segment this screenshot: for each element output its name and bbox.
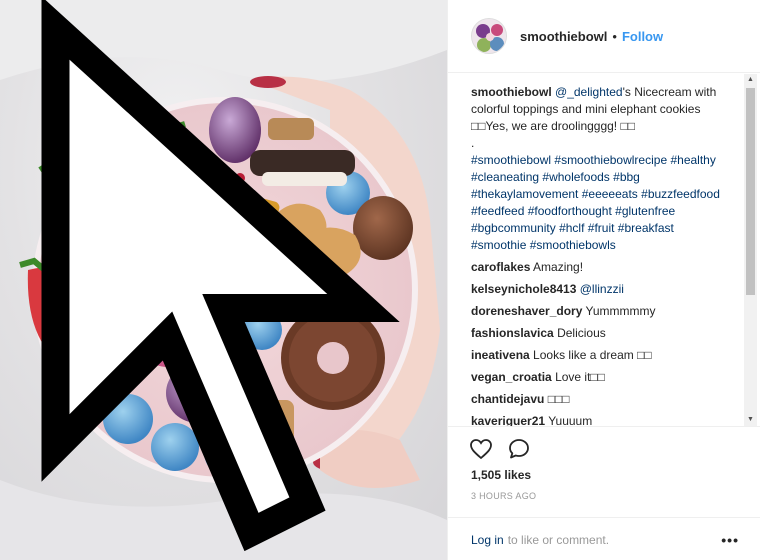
login-link[interactable]: Log in (471, 533, 504, 547)
login-text: to like or comment. (507, 532, 610, 547)
hashtag[interactable]: #eeeeeats (582, 187, 638, 201)
comment-username[interactable]: kelseynichole8413 (471, 282, 576, 296)
comment-text: □□□ (547, 392, 570, 406)
hashtag[interactable]: #healthy (670, 153, 715, 167)
comment-item: vegan_croatia Love it□□ (471, 369, 731, 386)
post-timestamp: 3 HOURS AGO (471, 491, 537, 501)
post-photo[interactable] (0, 0, 447, 560)
hashtag[interactable]: #wholefoods (542, 170, 609, 184)
scroll-down-arrow-icon[interactable]: ▼ (744, 414, 757, 426)
hashtag[interactable]: #feedfeed (471, 204, 524, 218)
scrollbar-thumb[interactable] (746, 88, 755, 295)
hashtag[interactable]: #thekaylamovement (471, 187, 578, 201)
mouse-cursor-icon (41, 0, 400, 552)
post-actions: 1,505 likes 3 HOURS AGO Log in to like o… (448, 426, 760, 560)
comment-text: Love it□□ (555, 370, 605, 384)
comment-item: kelseynichole8413 @llinzzii (471, 281, 731, 298)
action-buttons (469, 437, 531, 461)
hashtag[interactable]: #buzzfeedfood (641, 187, 720, 201)
comment-text: Yummmmmy (585, 304, 656, 318)
hashtag[interactable]: #bbg (613, 170, 640, 184)
hashtag[interactable]: #foodforthought (528, 204, 612, 218)
comment-text: Amazing! (533, 260, 584, 274)
avatar[interactable] (471, 18, 507, 54)
likes-count[interactable]: 1,505 likes (471, 468, 531, 482)
login-prompt: Log in to like or comment. ••• (448, 517, 760, 560)
post-author-username[interactable]: smoothiebowl (520, 29, 607, 44)
comment-item: ineativena Looks like a dream □□ (471, 347, 731, 364)
more-options-icon[interactable]: ••• (721, 532, 739, 548)
hashtag[interactable]: #bgbcommunity (471, 221, 556, 235)
caption-username[interactable]: smoothiebowl (471, 85, 552, 99)
comment-username[interactable]: doreneshaver_dory (471, 304, 582, 318)
header-separator: • (612, 28, 617, 44)
comment-text: Yuuuum (548, 414, 593, 426)
hashtag[interactable]: #smoothiebowlrecipe (554, 153, 667, 167)
follow-button[interactable]: Follow (622, 29, 663, 44)
hashtag[interactable]: #smoothiebowls (530, 238, 616, 252)
hashtag[interactable]: #glutenfree (615, 204, 675, 218)
comment-item: fashionslavica Delicious (471, 325, 731, 342)
heart-icon[interactable] (469, 437, 493, 461)
comment-username[interactable]: ineativena (471, 348, 530, 362)
scroll-up-arrow-icon[interactable]: ▲ (744, 74, 757, 86)
comment-text[interactable]: @llinzzii (580, 282, 624, 296)
post-header: smoothiebowl • Follow (448, 0, 760, 73)
comment-username[interactable]: fashionslavica (471, 326, 554, 340)
hashtag[interactable]: #breakfast (618, 221, 674, 235)
hashtag[interactable]: #hclf (559, 221, 584, 235)
caption-dot: . (471, 136, 475, 150)
comments-scrollbar[interactable]: ▲ ▼ (744, 74, 757, 426)
comment-username[interactable]: chantidejavu (471, 392, 544, 406)
comment-item: kaveriguer21 Yuuuum (471, 413, 731, 426)
hashtag[interactable]: #cleaneating (471, 170, 539, 184)
caption-hashtags: #smoothiebowl #smoothiebowlrecipe #healt… (471, 152, 731, 254)
hashtag[interactable]: #smoothiebowl (471, 153, 551, 167)
comment-item: chantidejavu □□□ (471, 391, 731, 408)
avatar-image (472, 19, 506, 53)
post-side-panel: smoothiebowl • Follow smoothiebowl @_del… (447, 0, 760, 560)
comment-username[interactable]: caroflakes (471, 260, 530, 274)
comment-item: doreneshaver_dory Yummmmmy (471, 303, 731, 320)
comment-bubble-icon[interactable] (507, 437, 531, 461)
comment-text: Delicious (557, 326, 606, 340)
comment-username[interactable]: vegan_croatia (471, 370, 552, 384)
comment-username[interactable]: kaveriguer21 (471, 414, 545, 426)
caption-mention[interactable]: @_delighted (555, 85, 623, 99)
comment-text: Looks like a dream □□ (533, 348, 652, 362)
hashtag[interactable]: #fruit (588, 221, 615, 235)
hashtag[interactable]: #smoothie (471, 238, 526, 252)
comment-item: caroflakes Amazing! (471, 259, 731, 276)
post-caption: smoothiebowl @_delighted's Nicecream wit… (471, 84, 731, 254)
comments-list[interactable]: smoothiebowl @_delighted's Nicecream wit… (448, 74, 760, 426)
